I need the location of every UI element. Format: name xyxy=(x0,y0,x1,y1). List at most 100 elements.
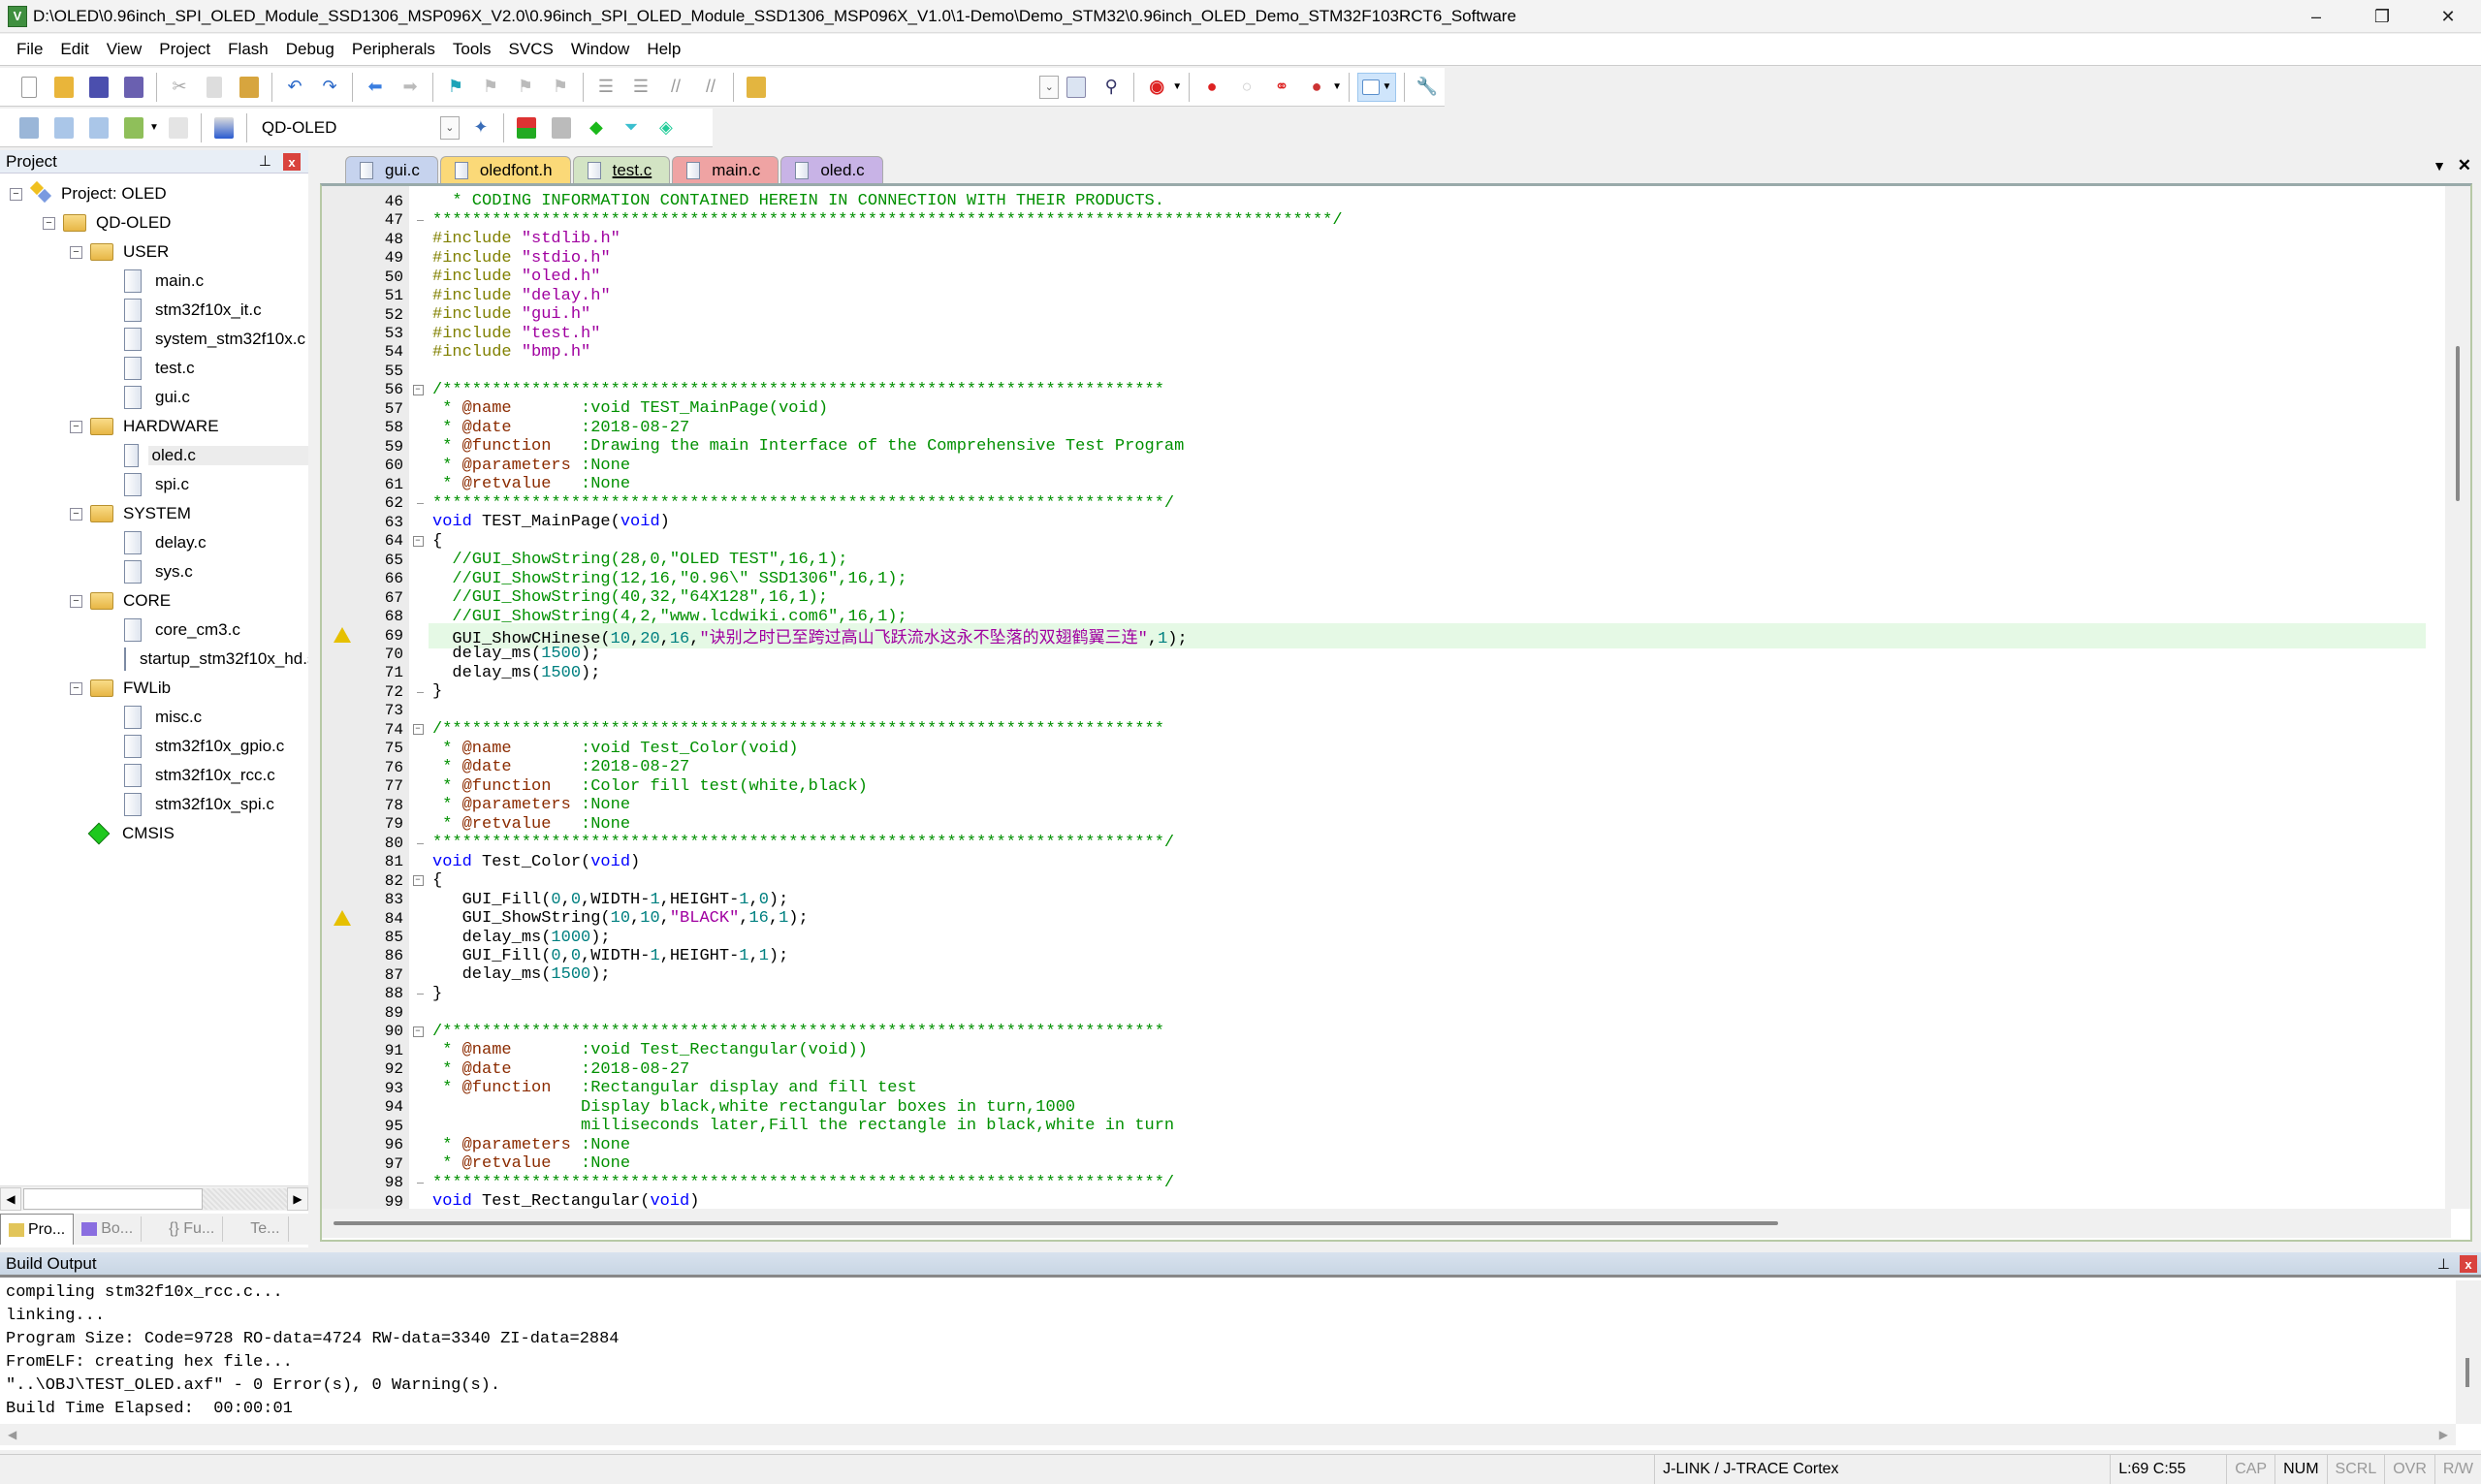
tree-node-file[interactable]: gui.c xyxy=(0,383,308,412)
scroll-right-button[interactable]: ▶ xyxy=(287,1186,308,1211)
code-line[interactable]: 91 * @name :void Test_Rectangular(void)) xyxy=(322,1041,2426,1059)
code-lines[interactable]: 46 * CODING INFORMATION CONTAINED HEREIN… xyxy=(322,186,2426,1209)
tree-node-component[interactable]: CMSIS xyxy=(0,819,308,848)
multi-project-button[interactable]: ◈ xyxy=(652,113,681,142)
find-button[interactable] xyxy=(1062,73,1091,102)
collapse-toggle-icon[interactable]: − xyxy=(70,594,82,608)
code-line[interactable]: 46 * CODING INFORMATION CONTAINED HEREIN… xyxy=(322,192,2426,210)
code-line[interactable]: 48 #include "stdlib.h" xyxy=(322,230,2426,248)
menu-svcs[interactable]: SVCS xyxy=(500,40,562,59)
code-line[interactable]: 74−/************************************… xyxy=(322,720,2426,739)
menu-view[interactable]: View xyxy=(98,40,151,59)
save-all-button[interactable] xyxy=(119,73,148,102)
select-packs-button[interactable] xyxy=(547,113,576,142)
code-line[interactable]: 56−/************************************… xyxy=(322,381,2426,399)
code-line[interactable]: 84 GUI_ShowString(10,10,"BLACK",16,1); xyxy=(322,909,2426,928)
translate-button[interactable] xyxy=(15,113,44,142)
code-line[interactable]: 79 * @retvalue :None xyxy=(322,814,2426,834)
menu-flash[interactable]: Flash xyxy=(219,40,277,59)
collapse-icon[interactable]: − xyxy=(412,535,424,547)
code-line[interactable]: 87 delay_ms(1500); xyxy=(322,965,2426,984)
code-line[interactable]: 90−/************************************… xyxy=(322,1023,2426,1041)
chevron-down-icon[interactable]: ▼ xyxy=(1172,81,1182,92)
tree-node-folder[interactable]: − FWLib xyxy=(0,674,308,703)
tree-node-project[interactable]: − Project: OLED xyxy=(0,179,308,208)
clear-bookmarks-button[interactable]: ⚑ xyxy=(546,73,575,102)
tree-node-target[interactable]: − QD-OLED xyxy=(0,208,308,237)
code-line[interactable]: 94 Display black,white rectangular boxes… xyxy=(322,1098,2426,1117)
tree-node-file[interactable]: core_cm3.c xyxy=(0,616,308,645)
code-line[interactable]: 81 void Test_Color(void) xyxy=(322,852,2426,871)
collapse-toggle-icon[interactable]: − xyxy=(70,245,82,259)
panel-tab-2[interactable]: {} Fu... xyxy=(142,1216,224,1242)
collapse-icon[interactable]: − xyxy=(412,1026,424,1037)
scroll-left-button[interactable]: ◀ xyxy=(0,1186,21,1211)
chevron-down-icon[interactable]: ⌄ xyxy=(439,115,460,140)
debug-session-button[interactable]: ◉ xyxy=(1142,73,1171,102)
chevron-down-icon[interactable]: ▼ xyxy=(1332,81,1342,92)
incremental-find-button[interactable]: ⚲ xyxy=(1097,73,1126,102)
code-line[interactable]: 83 GUI_Fill(0,0,WIDTH-1,HEIGHT-1,0); xyxy=(322,890,2426,909)
tree-node-folder[interactable]: − HARDWARE xyxy=(0,412,308,441)
tree-node-folder[interactable]: − SYSTEM xyxy=(0,499,308,528)
tree-node-file[interactable]: spi.c xyxy=(0,470,308,499)
tree-node-file[interactable]: stm32f10x_spi.c xyxy=(0,790,308,819)
code-line[interactable]: 93 * @function :Rectangular display and … xyxy=(322,1079,2426,1097)
tree-node-file[interactable]: stm32f10x_rcc.c xyxy=(0,761,308,790)
new-file-button[interactable] xyxy=(15,73,44,102)
fold-marker[interactable]: − xyxy=(407,875,429,887)
tree-node-file[interactable]: system_stm32f10x.c xyxy=(0,325,308,354)
code-line[interactable]: 72} xyxy=(322,682,2426,701)
code-line[interactable]: 55 xyxy=(322,362,2426,380)
configure-button[interactable]: 🔧 xyxy=(1413,73,1442,102)
tree-node-file[interactable]: oled.c xyxy=(0,441,308,470)
tree-node-file[interactable]: startup_stm32f10x_hd.s xyxy=(0,645,308,674)
code-line[interactable]: 66 //GUI_ShowString(12,16,"0.96\" SSD130… xyxy=(322,569,2426,588)
menu-project[interactable]: Project xyxy=(150,40,219,59)
window-layout-button[interactable]: ▼ xyxy=(1357,72,1396,102)
minimize-button[interactable]: – xyxy=(2283,0,2349,33)
find-in-files-button[interactable] xyxy=(742,73,771,102)
redo-button[interactable]: ↷ xyxy=(315,73,344,102)
code-line[interactable]: 57 * @name :void TEST_MainPage(void) xyxy=(322,399,2426,418)
prev-bookmark-button[interactable]: ⚑ xyxy=(476,73,505,102)
collapse-toggle-icon[interactable]: − xyxy=(70,507,82,521)
warning-icon[interactable] xyxy=(334,626,351,643)
code-line[interactable]: 99 void Test_Rectangular(void) xyxy=(322,1192,2426,1209)
project-hscrollbar[interactable]: ◀ ▶ xyxy=(0,1185,308,1211)
unindent-button[interactable]: ☰ xyxy=(626,73,655,102)
chevron-down-icon[interactable]: ▼ xyxy=(149,122,159,133)
indent-button[interactable]: ☰ xyxy=(591,73,620,102)
collapse-toggle-icon[interactable]: − xyxy=(70,681,82,695)
code-line[interactable]: 54 #include "bmp.h" xyxy=(322,343,2426,362)
fold-marker[interactable]: − xyxy=(407,1026,429,1037)
tab-main-c[interactable]: main.c xyxy=(672,156,779,183)
collapse-icon[interactable]: − xyxy=(412,724,424,736)
menu-help[interactable]: Help xyxy=(638,40,689,59)
download-button[interactable] xyxy=(209,113,239,142)
tree-node-file[interactable]: main.c xyxy=(0,267,308,296)
editor-hscrollbar[interactable] xyxy=(322,1209,2451,1238)
code-line[interactable]: 50 #include "oled.h" xyxy=(322,268,2426,286)
code-line[interactable]: 92 * @date :2018-08-27 xyxy=(322,1060,2426,1079)
code-line[interactable]: 70 delay_ms(1500); xyxy=(322,645,2426,663)
menu-debug[interactable]: Debug xyxy=(277,40,343,59)
pack-installer-button[interactable]: ⏷ xyxy=(617,113,646,142)
scroll-thumb[interactable] xyxy=(2465,1358,2469,1387)
menu-file[interactable]: File xyxy=(8,40,51,59)
code-line[interactable]: 78 * @parameters :None xyxy=(322,796,2426,814)
batch-build-button[interactable] xyxy=(119,113,148,142)
tab-list-dropdown[interactable]: ▼ xyxy=(2433,158,2446,174)
close-panel-button[interactable]: x xyxy=(283,153,301,171)
scroll-right-button[interactable]: ▶ xyxy=(2439,1428,2448,1441)
code-line[interactable]: 89 xyxy=(322,1003,2426,1022)
build-button[interactable] xyxy=(49,113,79,142)
code-line[interactable]: 76 * @date :2018-08-27 xyxy=(322,758,2426,776)
pin-icon[interactable]: ⊥ xyxy=(259,152,271,170)
copy-button[interactable] xyxy=(200,73,229,102)
code-line[interactable]: 67 //GUI_ShowString(40,32,"64X128",16,1)… xyxy=(322,588,2426,607)
panel-tab-3[interactable]: Te... xyxy=(223,1216,289,1242)
panel-tab-0[interactable]: Pro... xyxy=(0,1214,75,1245)
tab-oledfont-h[interactable]: oledfont.h xyxy=(439,156,571,183)
code-line[interactable]: 80 **************************************… xyxy=(322,834,2426,852)
